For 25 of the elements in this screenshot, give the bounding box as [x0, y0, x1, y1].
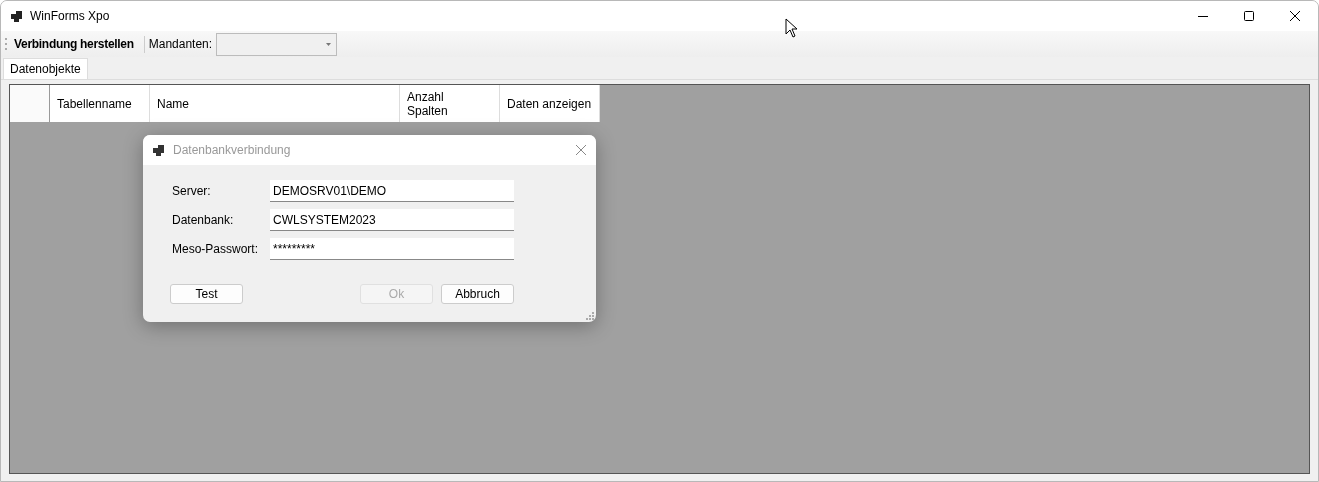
column-header[interactable]: Tabellenname [50, 85, 150, 122]
column-header[interactable]: Daten anzeigen [500, 85, 600, 122]
input-field[interactable]: ********* [270, 238, 514, 260]
connect-button[interactable]: Verbindung herstellen [11, 37, 137, 51]
field-label: Meso-Passwort: [172, 242, 260, 256]
dialog-title: Datenbankverbindung [173, 143, 291, 157]
field-label: Datenbank: [172, 213, 235, 227]
app-icon [11, 10, 22, 22]
tenants-label: Mandanten: [148, 37, 213, 51]
dialog-button[interactable]: Abbruch [441, 284, 514, 304]
close-icon [1290, 11, 1300, 21]
caret-icon [326, 42, 332, 46]
maximize-icon [1244, 11, 1254, 21]
column-header[interactable] [10, 85, 50, 122]
app-icon [153, 144, 164, 156]
close-icon [576, 145, 586, 155]
input-field[interactable]: DEMOSRV01\DEMO [270, 180, 514, 202]
dialog-button[interactable]: Test [170, 284, 243, 304]
field-label: Server: [172, 184, 212, 198]
input-field[interactable]: CWLSYSTEM2023 [270, 209, 514, 231]
column-header[interactable]: Anzahl Spalten [400, 85, 500, 122]
window-title: WinForms Xpo [30, 9, 110, 23]
tab[interactable]: Datenobjekte [3, 58, 88, 79]
column-header[interactable]: Name [150, 85, 400, 122]
resize-grip-icon [586, 312, 594, 320]
